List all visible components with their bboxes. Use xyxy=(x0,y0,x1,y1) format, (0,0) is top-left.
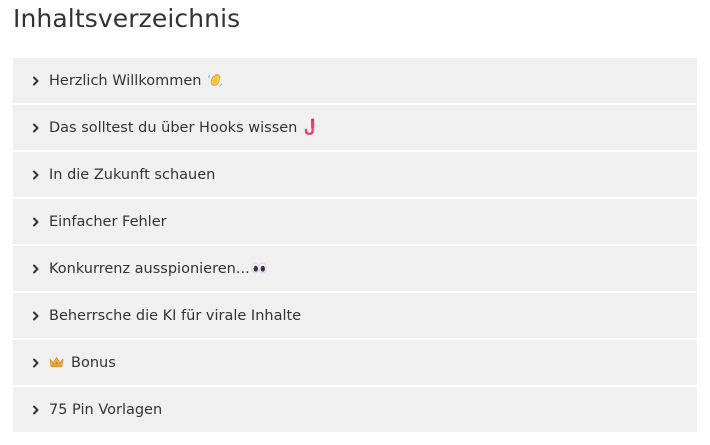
toc-item-label: Einfacher Fehler xyxy=(49,213,167,230)
toc-widget: Inhaltsverzeichnis Herzlich Willkommen D… xyxy=(0,0,710,445)
toc-list: Herzlich Willkommen Das solltest du über… xyxy=(13,58,697,434)
waving-hand-icon xyxy=(207,72,223,88)
toc-item-hooks[interactable]: Das solltest du über Hooks wissen xyxy=(13,105,697,150)
eyes-icon xyxy=(251,262,267,274)
chevron-right-icon xyxy=(31,358,41,368)
toc-item-einfacher-fehler[interactable]: Einfacher Fehler xyxy=(13,199,697,244)
toc-item-label: Herzlich Willkommen xyxy=(49,72,202,89)
chevron-right-icon xyxy=(31,123,41,133)
chevron-right-icon xyxy=(31,264,41,274)
toc-item-label: Bonus xyxy=(71,354,116,371)
toc-item-label: Beherrsche die KI für virale Inhalte xyxy=(49,307,302,324)
toc-item-konkurrenz[interactable]: Konkurrenz ausspionieren... xyxy=(13,246,697,291)
toc-item-pin-vorlagen[interactable]: 75 Pin Vorlagen xyxy=(13,387,697,432)
chevron-right-icon xyxy=(31,405,41,415)
toc-item-zukunft[interactable]: In die Zukunft schauen xyxy=(13,152,697,197)
toc-item-label: In die Zukunft schauen xyxy=(49,166,216,183)
toc-title: Inhaltsverzeichnis xyxy=(13,4,241,33)
chevron-right-icon xyxy=(31,217,41,227)
chevron-right-icon xyxy=(31,170,41,180)
toc-item-herzlich-willkommen[interactable]: Herzlich Willkommen xyxy=(13,58,697,103)
toc-item-ki[interactable]: Beherrsche die KI für virale Inhalte xyxy=(13,293,697,338)
chevron-right-icon xyxy=(31,311,41,321)
chevron-right-icon xyxy=(31,76,41,86)
toc-item-label: 75 Pin Vorlagen xyxy=(49,401,163,418)
phishing-hook-icon xyxy=(303,118,317,135)
toc-item-label: Konkurrenz ausspionieren... xyxy=(49,260,250,277)
toc-item-label: Das solltest du über Hooks wissen xyxy=(49,119,298,136)
toc-item-bonus[interactable]: Bonus xyxy=(13,340,697,385)
crown-icon xyxy=(49,356,64,368)
